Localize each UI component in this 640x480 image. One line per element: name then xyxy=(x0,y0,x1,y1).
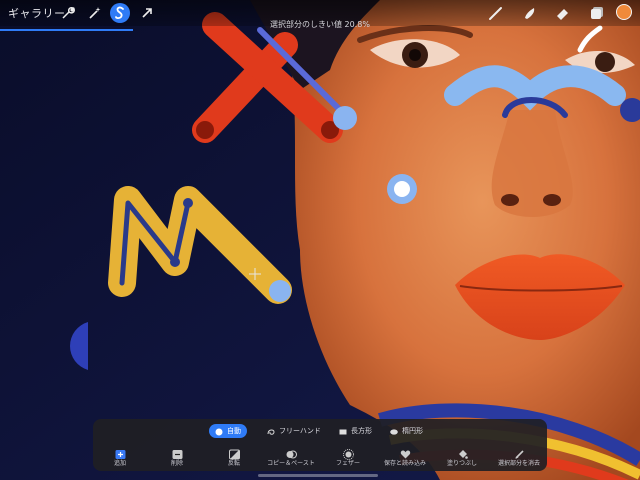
mode-rectangle-label: 長方形 xyxy=(351,427,372,435)
clear-selection-label: 選択部分を消去 xyxy=(497,460,540,467)
fill-label: 塗りつぶし xyxy=(446,460,478,467)
threshold-progress-bar xyxy=(0,29,134,31)
heart-icon xyxy=(400,445,411,459)
feather-icon xyxy=(342,445,354,460)
invert-button[interactable]: 反転 xyxy=(204,444,264,468)
mode-auto[interactable]: 自動 xyxy=(209,424,247,438)
mode-freehand[interactable]: フリーハンド xyxy=(261,424,327,438)
copy-paste-icon xyxy=(286,445,297,459)
home-indicator xyxy=(258,474,378,477)
mode-freehand-label: フリーハンド xyxy=(279,427,321,435)
invert-label: 反転 xyxy=(227,460,240,467)
add-button[interactable]: 追加 xyxy=(90,444,150,468)
selection-modes: 自動 フリーハンド 長方形 楕円形 xyxy=(93,424,547,438)
mode-auto-label: 自動 xyxy=(227,427,241,435)
ellipse-icon xyxy=(390,427,398,435)
save-load-button[interactable]: 保存と読み込み xyxy=(375,444,435,468)
invert-icon xyxy=(228,445,240,460)
rectangle-icon xyxy=(339,427,347,435)
fill-button[interactable]: 塗りつぶし xyxy=(432,444,492,468)
copy-paste-button[interactable]: コピー＆ペースト xyxy=(261,444,321,468)
copy-paste-label: コピー＆ペースト xyxy=(267,460,315,467)
add-icon xyxy=(115,445,126,459)
drawing-canvas[interactable] xyxy=(0,0,640,480)
remove-icon xyxy=(172,445,183,459)
feather-label: フェザー xyxy=(335,460,360,467)
mode-ellipse[interactable]: 楕円形 xyxy=(384,424,429,438)
mode-rectangle[interactable]: 長方形 xyxy=(333,424,378,438)
save-load-label: 保存と読み込み xyxy=(383,460,426,467)
add-label: 追加 xyxy=(113,460,126,467)
artwork xyxy=(0,0,640,480)
lasso-icon xyxy=(267,427,275,435)
dot-icon xyxy=(215,427,223,436)
fill-icon xyxy=(457,445,468,459)
selection-panel: 自動 フリーハンド 長方形 楕円形 追加 削除 反転 コピー＆ペースト フェザー… xyxy=(93,419,547,471)
feather-button[interactable]: フェザー xyxy=(318,444,378,468)
clear-selection-icon xyxy=(514,445,525,459)
top-toolbar: ギャラリー 選択部分のしきい値 20.8% xyxy=(0,0,640,29)
remove-button[interactable]: 削除 xyxy=(147,444,207,468)
clear-selection-button[interactable]: 選択部分を消去 xyxy=(489,444,549,468)
selection-actions: 追加 削除 反転 コピー＆ペースト フェザー 保存と読み込み 塗りつぶし 選択部… xyxy=(93,444,547,470)
color-swatch[interactable] xyxy=(616,4,632,20)
mode-ellipse-label: 楕円形 xyxy=(402,427,423,435)
remove-label: 削除 xyxy=(170,460,183,467)
